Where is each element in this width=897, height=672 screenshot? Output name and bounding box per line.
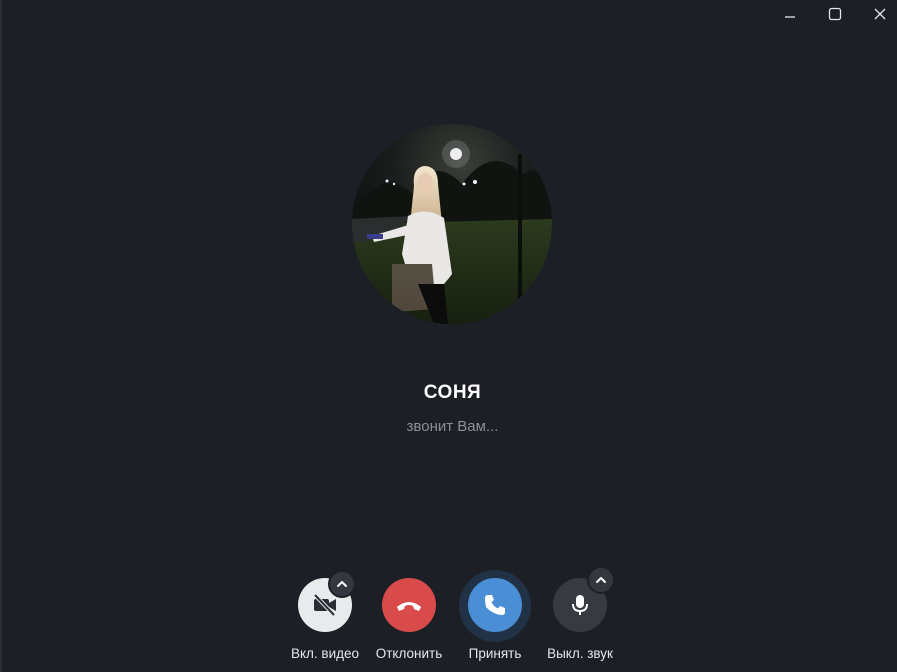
maximize-button[interactable] [812, 0, 858, 28]
call-status: звонит Вам... [406, 418, 499, 435]
mute-control: Выкл. звук [535, 566, 625, 665]
accept-button[interactable] [468, 578, 522, 632]
chevron-up-icon [596, 577, 606, 583]
caller-avatar [352, 124, 552, 324]
phone-icon [485, 595, 505, 615]
hang-up-icon [397, 602, 421, 611]
window-edge [0, 0, 2, 672]
audio-options-button[interactable] [587, 566, 615, 594]
maximize-icon [828, 7, 842, 21]
microphone-icon [572, 595, 588, 615]
mute-label: Выкл. звук [547, 646, 613, 661]
video-options-button[interactable] [328, 570, 356, 598]
close-button[interactable] [857, 0, 897, 28]
decline-button[interactable] [382, 578, 436, 632]
minimize-button[interactable] [767, 0, 813, 28]
caller-name: СОНЯ [423, 382, 482, 403]
minimize-icon [785, 16, 795, 18]
chevron-up-icon [337, 581, 347, 587]
close-icon [874, 8, 886, 20]
caller-photo [352, 124, 552, 324]
call-window: СОНЯ звонит Вам... Вкл. видео Отклонить [0, 0, 897, 672]
